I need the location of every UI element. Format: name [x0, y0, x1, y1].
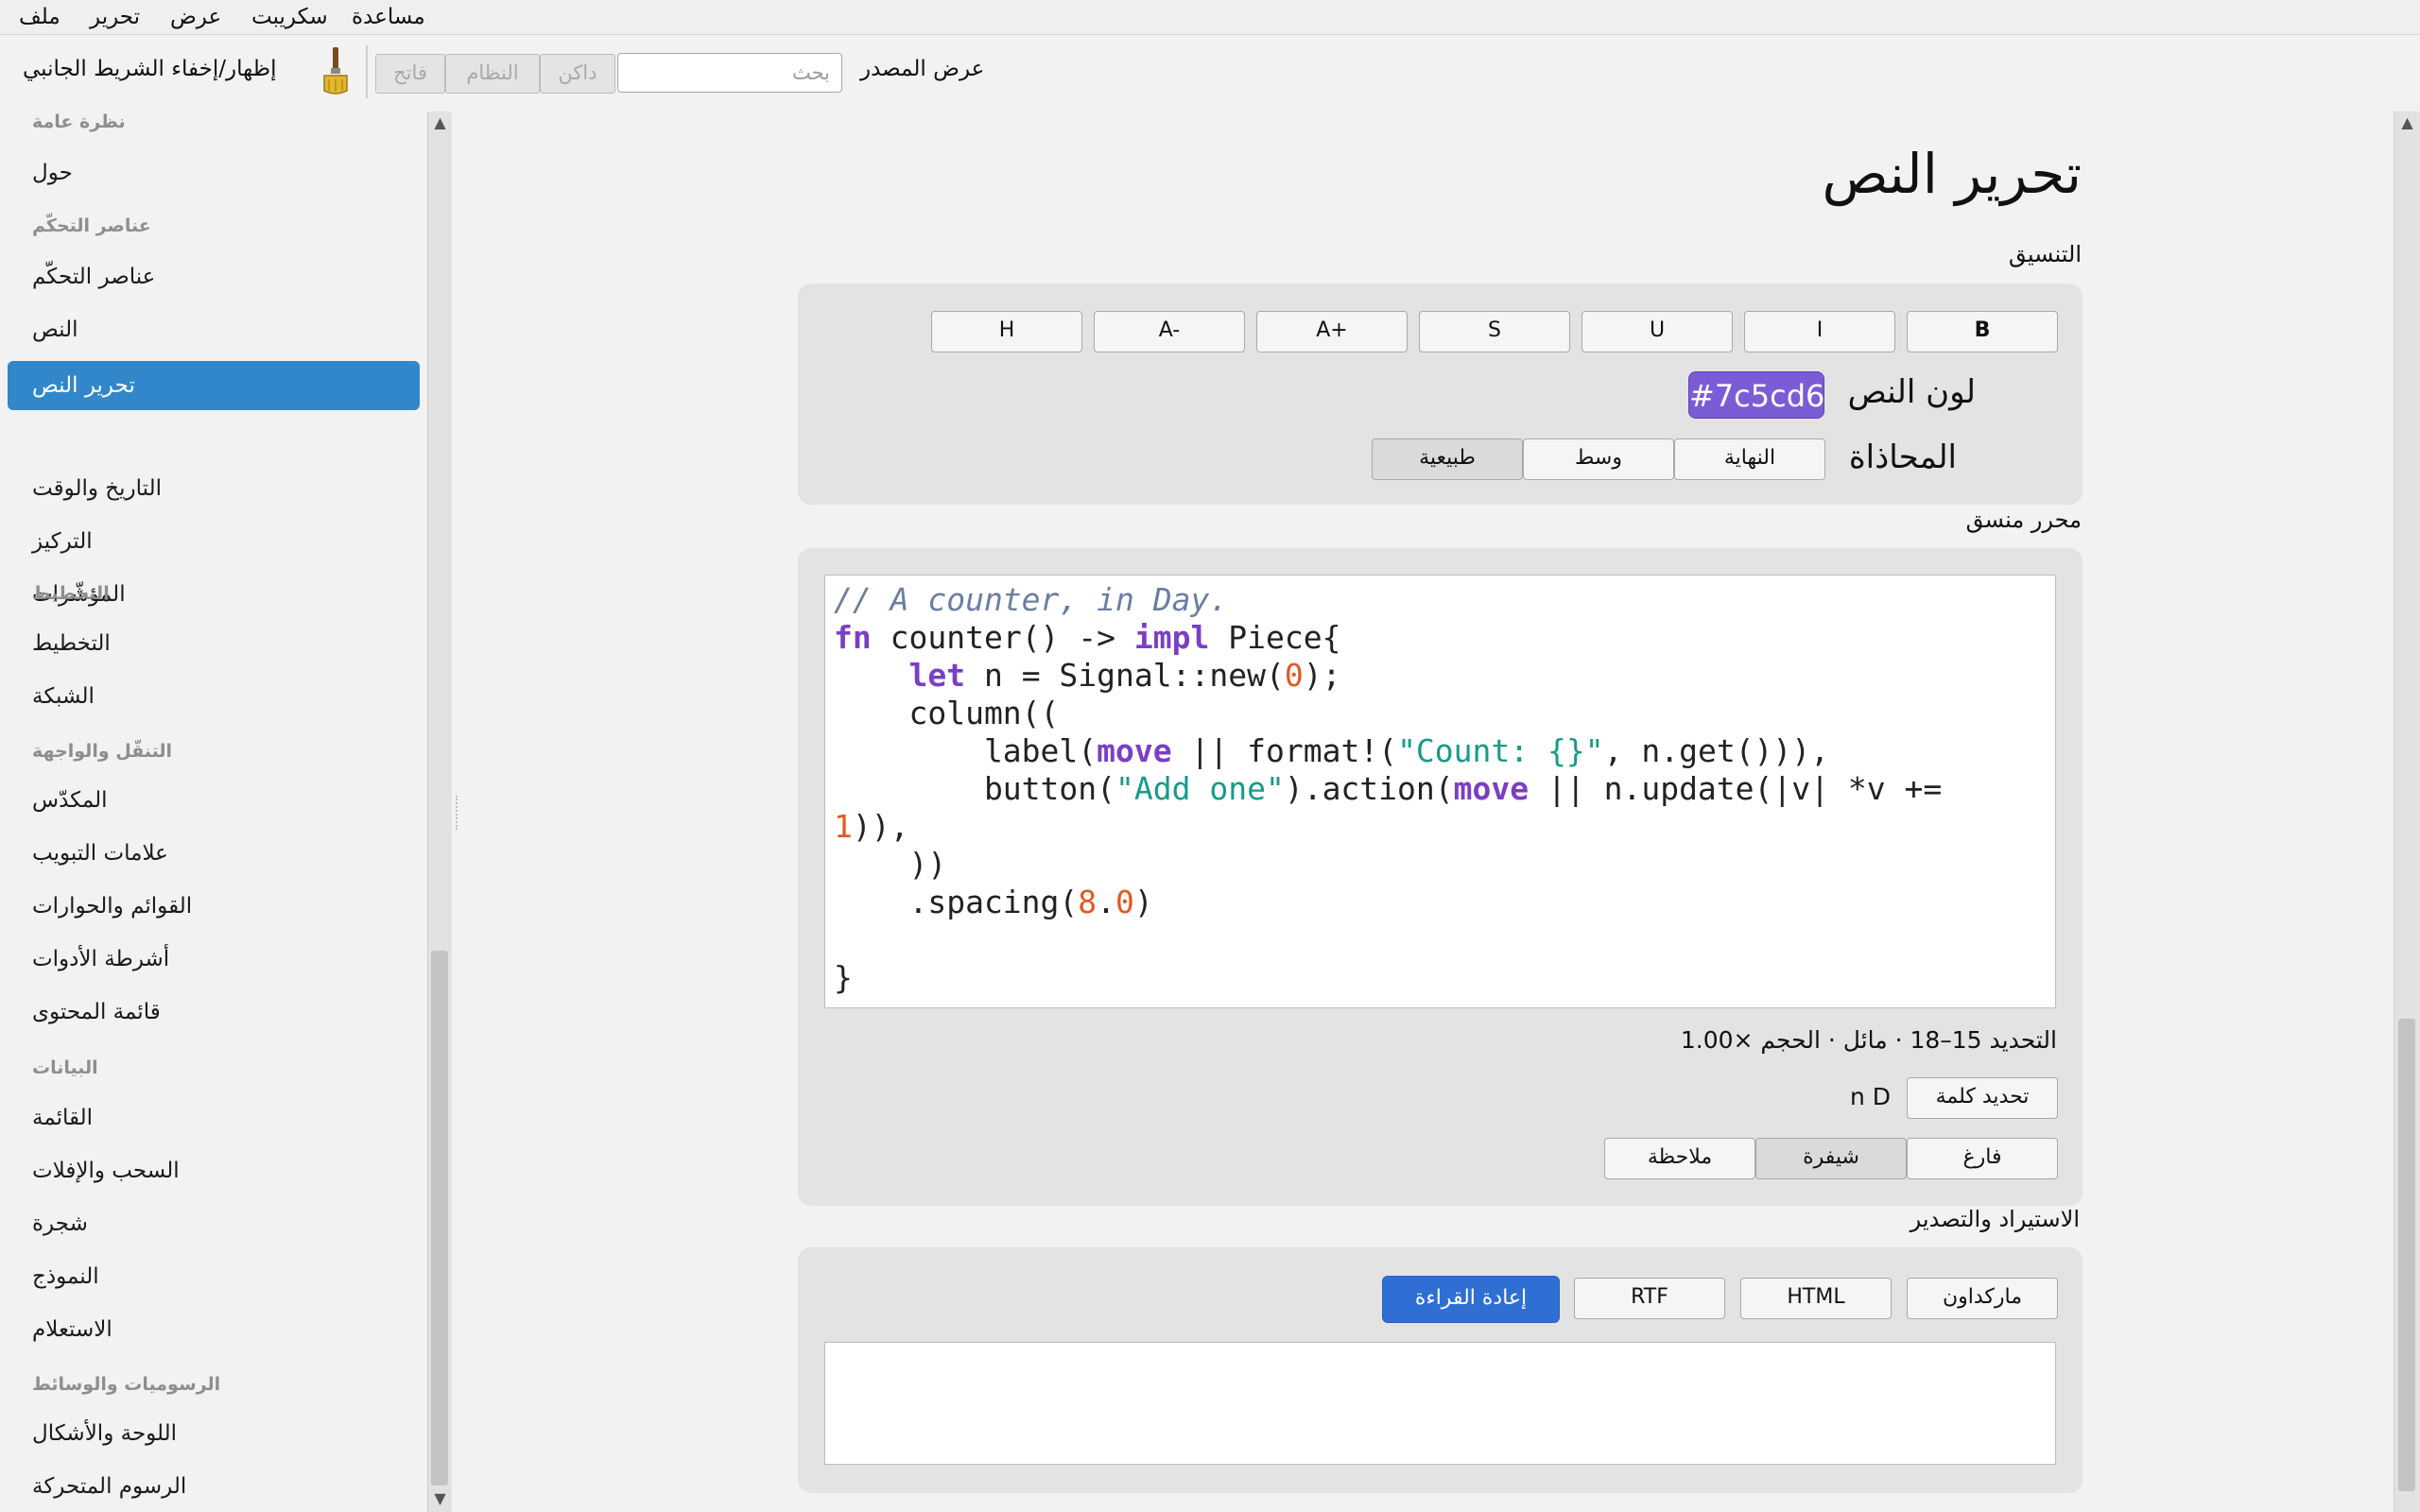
strikethrough-button[interactable]: S: [1419, 311, 1570, 352]
increase-size-button[interactable]: A+: [1256, 311, 1408, 352]
text-color-swatch[interactable]: #7c5cd6: [1688, 371, 1824, 419]
import-export-title: الاستيراد والتصدير: [1910, 1206, 2080, 1232]
menu-script[interactable]: سكريبت: [251, 2, 328, 32]
align-natural-button[interactable]: طبيعية: [1372, 438, 1523, 480]
code-content: // A counter, in Day. fn counter() -> im…: [834, 581, 1943, 996]
sidebar-item-controls[interactable]: عناصر التحكّم: [32, 265, 155, 289]
sidebar-item-text[interactable]: النص: [32, 318, 78, 342]
highlight-button[interactable]: H: [931, 311, 1082, 352]
sidebar-scroll-thumb[interactable]: [431, 951, 448, 1486]
sidebar-item-toolbars[interactable]: أشرطة الأدوات: [32, 947, 169, 971]
sidebar-item-tree[interactable]: شجرة: [32, 1211, 88, 1236]
alignment-label: المحاذاة: [1848, 438, 1957, 476]
paintbrush-icon[interactable]: [318, 45, 354, 96]
theme-light-button[interactable]: فاتح: [375, 54, 445, 94]
selection-status: التحديد 15–18 · مائل · الحجم ×1.00: [1680, 1026, 2057, 1054]
scroll-up-icon[interactable]: ▲: [428, 113, 452, 132]
sidebar-item-grid[interactable]: الشبكة: [32, 684, 95, 709]
menu-help[interactable]: مساعدة: [352, 2, 425, 32]
sidebar-item-drag-drop[interactable]: السحب والإفلات: [32, 1159, 180, 1183]
theme-system-button[interactable]: النظام: [445, 54, 540, 94]
italic-button[interactable]: I: [1744, 311, 1895, 352]
reread-button[interactable]: إعادة القراءة: [1382, 1276, 1560, 1323]
markdown-button[interactable]: ماركداون: [1907, 1278, 2058, 1319]
mode-code-button[interactable]: شيفرة: [1755, 1138, 1907, 1179]
sidebar-item-list[interactable]: القائمة: [32, 1106, 93, 1130]
select-word-button[interactable]: تحديد كلمة: [1907, 1077, 2058, 1119]
sidebar-heading-layout: التخطيط: [32, 583, 110, 604]
selected-word: n D: [1849, 1083, 1891, 1110]
sidebar-heading-data: البيانات: [32, 1057, 98, 1078]
align-center-button[interactable]: وسط: [1523, 438, 1674, 480]
rich-editor-title: محرر منسق: [1965, 507, 2082, 533]
sidebar-heading-navigation: التنقّل والواجهة: [32, 741, 173, 762]
sidebar-item-query[interactable]: الاستعلام: [32, 1317, 112, 1342]
sidebar-heading-graphics: الرسوميات والوسائط: [32, 1374, 221, 1395]
html-button[interactable]: HTML: [1740, 1278, 1892, 1319]
sidebar-item-focus[interactable]: التركيز: [32, 529, 93, 554]
sidebar-item-tabs[interactable]: علامات التبويب: [32, 841, 168, 866]
search-placeholder: بحث: [791, 61, 830, 84]
decrease-size-button[interactable]: A-: [1094, 311, 1245, 352]
sidebar-item-animations[interactable]: الرسوم المتحركة: [32, 1474, 186, 1499]
sidebar-item-datetime[interactable]: التاريخ والوقت: [32, 476, 162, 501]
sidebar-item-menus-dialogs[interactable]: القوائم والحوارات: [32, 894, 192, 919]
formatting-title: التنسيق: [2008, 241, 2082, 267]
import-export-textarea[interactable]: [824, 1342, 2056, 1465]
split-handle[interactable]: [456, 796, 459, 830]
sidebar-heading-overview: نظرة عامة: [32, 112, 126, 132]
sidebar-item-context-menu[interactable]: قائمة المحتوى: [32, 1000, 161, 1024]
sidebar-scrollbar[interactable]: ▲ ▼: [427, 112, 452, 1512]
menu-bar: ملف تحرير عرض سكريبت مساعدة: [0, 0, 2420, 35]
sidebar-item-canvas-shapes[interactable]: اللوحة والأشكال: [32, 1421, 177, 1446]
sidebar-item-about[interactable]: حول: [32, 161, 73, 185]
sidebar-heading-controls: عناصر التحكّم: [32, 215, 151, 236]
sidebar-item-stack[interactable]: المكدّس: [32, 788, 108, 813]
underline-button[interactable]: U: [1582, 311, 1733, 352]
bold-button[interactable]: B: [1907, 311, 2058, 352]
menu-view[interactable]: عرض: [170, 2, 221, 32]
sidebar-active-label: تحرير النص: [32, 373, 135, 398]
sidebar-item-layout[interactable]: التخطيط: [32, 631, 111, 656]
main-scroll-up-icon[interactable]: ▲: [2394, 113, 2420, 132]
view-source-button[interactable]: عرض المصدر: [860, 57, 984, 81]
toolbar-divider: [366, 45, 368, 98]
code-editor[interactable]: // A counter, in Day. fn counter() -> im…: [824, 575, 2056, 1008]
rtf-button[interactable]: RTF: [1574, 1278, 1725, 1319]
toolbar: [0, 36, 2420, 112]
scroll-down-icon[interactable]: ▼: [428, 1489, 452, 1508]
menu-file[interactable]: ملف: [19, 2, 60, 32]
text-color-label: لون النص: [1847, 373, 1976, 411]
main-scroll-thumb[interactable]: [2398, 1019, 2415, 1491]
menu-edit[interactable]: تحرير: [90, 2, 140, 32]
main-scrollbar[interactable]: ▲: [2394, 112, 2420, 1512]
theme-dark-button[interactable]: داكن: [540, 54, 615, 94]
page-title: تحرير النص: [1822, 142, 2082, 206]
search-input[interactable]: بحث: [617, 53, 842, 93]
mode-empty-button[interactable]: فارغ: [1907, 1138, 2058, 1179]
sidebar-item-form[interactable]: النموذج: [32, 1264, 99, 1289]
sidebar-item-text-editing[interactable]: تحرير النص: [8, 361, 420, 410]
toggle-sidebar-button[interactable]: إظهار/إخفاء الشريط الجانبي: [23, 57, 276, 81]
align-end-button[interactable]: النهاية: [1674, 438, 1825, 480]
mode-note-button[interactable]: ملاحظة: [1604, 1138, 1755, 1179]
